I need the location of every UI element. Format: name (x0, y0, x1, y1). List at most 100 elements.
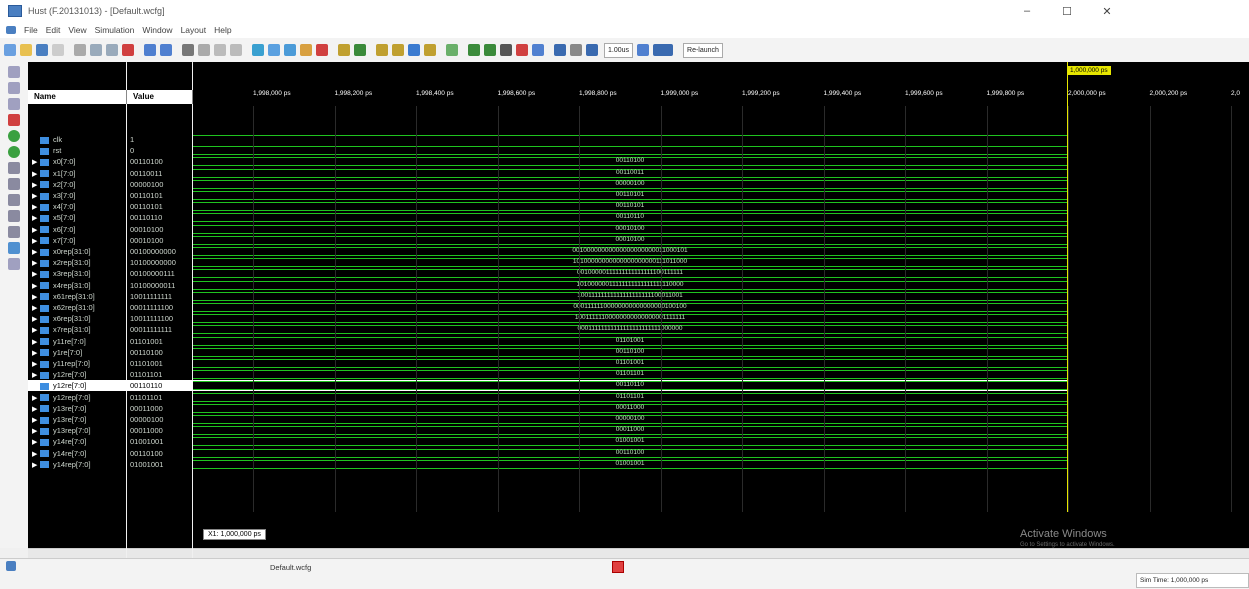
signal-name-row[interactable]: ▶ x0[7:0] (28, 156, 128, 167)
zoom-cursor-icon[interactable] (392, 44, 404, 56)
group-icon[interactable] (8, 226, 20, 238)
divider-icon[interactable] (8, 242, 20, 254)
signal-name-row[interactable]: ▶ x3[7:0] (28, 190, 128, 201)
signal-name-row[interactable]: ▶ y12re[7:0] (28, 369, 128, 380)
signal-value[interactable]: 10100000011 (127, 280, 193, 291)
expand-arrow-icon[interactable]: ▶ (32, 169, 40, 179)
signal-name-row[interactable]: ▶ x62rep[31:0] (28, 302, 128, 313)
signal-value[interactable]: 00010100 (127, 235, 193, 246)
expand-arrow-icon[interactable]: ▶ (32, 348, 40, 358)
prev-transition-icon[interactable] (446, 44, 458, 56)
redo-icon[interactable] (160, 44, 172, 56)
signal-name-row[interactable]: ▶ y14rep[7:0] (28, 459, 128, 470)
signal-name-row[interactable]: ▶ x0rep[31:0] (28, 246, 128, 257)
save-icon[interactable] (36, 44, 48, 56)
snap-icon[interactable] (8, 194, 20, 206)
step-icon[interactable] (230, 44, 242, 56)
signal-value[interactable]: 00011000 (127, 425, 193, 436)
signal-value[interactable]: 00110101 (127, 201, 193, 212)
expand-arrow-icon[interactable]: ▶ (32, 460, 40, 470)
signal-name-row[interactable]: ▶ x6rep[31:0] (28, 313, 128, 324)
go-start-icon[interactable] (408, 44, 420, 56)
signal-name-row[interactable]: ▶ x61rep[31:0] (28, 291, 128, 302)
add-group-icon[interactable] (284, 44, 296, 56)
expand-arrow-icon[interactable]: ▶ (32, 426, 40, 436)
signal-value[interactable]: 00000100 (127, 414, 193, 425)
signal-value[interactable]: 00110100 (127, 347, 193, 358)
step-sim-icon[interactable] (586, 44, 598, 56)
expand-arrow-icon[interactable]: ▶ (32, 337, 40, 347)
signal-value[interactable]: 00010100 (127, 224, 193, 235)
expand-arrow-icon[interactable]: ▶ (32, 292, 40, 302)
signal-value[interactable]: 00100000111 (127, 268, 193, 279)
signal-name-row[interactable]: ▶ x2[7:0] (28, 179, 128, 190)
signal-name-row[interactable]: ▶ y1re[7:0] (28, 347, 128, 358)
expand-arrow-icon[interactable]: ▶ (32, 437, 40, 447)
signal-name-row[interactable]: ▶ x5[7:0] (28, 212, 128, 223)
signal-value[interactable]: 01101101 (127, 369, 193, 380)
signal-value[interactable]: 00110101 (127, 190, 193, 201)
signal-name-row[interactable]: ▶ x7[7:0] (28, 235, 128, 246)
cut-icon[interactable] (74, 44, 86, 56)
menu-window[interactable]: Window (142, 25, 172, 35)
signal-value[interactable]: 01101001 (127, 336, 193, 347)
signal-value[interactable]: 10011111100 (127, 313, 193, 324)
app-menu-icon[interactable] (6, 26, 16, 34)
document-tab[interactable]: Default.wcfg (270, 563, 311, 572)
maximize-button[interactable]: ☐ (1047, 0, 1087, 22)
expand-arrow-icon[interactable]: ▶ (32, 258, 40, 268)
copy-icon[interactable] (90, 44, 102, 56)
signal-value[interactable]: 00000100 (127, 179, 193, 190)
waveform-pane[interactable]: 1,998,000 ps 1,998,200 ps 1,998,400 ps 1,99… (193, 62, 1249, 548)
swap-cursors-icon[interactable] (484, 44, 496, 56)
menu-file[interactable]: File (24, 25, 38, 35)
run-time-field[interactable]: 1.00us (604, 42, 634, 58)
zoom-out-icon[interactable] (354, 44, 366, 56)
console-icon[interactable] (6, 561, 16, 571)
settings-icon[interactable] (8, 258, 20, 270)
close-tab-icon[interactable] (612, 561, 624, 573)
signal-value[interactable]: 00110100 (127, 448, 193, 459)
add-wave-icon[interactable] (252, 44, 264, 56)
menu-layout[interactable]: Layout (181, 25, 207, 35)
expand-arrow-icon[interactable]: ▶ (32, 303, 40, 313)
expand-arrow-icon[interactable]: ▶ (32, 449, 40, 459)
next-transition-icon[interactable] (468, 44, 480, 56)
print-icon[interactable] (52, 44, 64, 56)
signal-value[interactable]: 10100000000 (127, 257, 193, 268)
expand-arrow-icon[interactable]: ▶ (32, 213, 40, 223)
signal-value[interactable]: 0 (127, 145, 193, 156)
signal-name-row[interactable]: rst (28, 145, 128, 156)
signal-value[interactable]: 00110110 (127, 212, 193, 223)
run-for-icon[interactable] (570, 44, 582, 56)
expand-arrow-icon[interactable]: ▶ (32, 157, 40, 167)
signal-name-row[interactable]: clk (28, 134, 128, 145)
go-to-time-icon[interactable] (8, 114, 20, 126)
signal-value[interactable]: 10011111111 (127, 291, 193, 302)
add-divider-icon[interactable] (268, 44, 280, 56)
signal-value[interactable]: 01001001 (127, 436, 193, 447)
run-icon[interactable] (554, 44, 566, 56)
undo-icon[interactable] (144, 44, 156, 56)
signal-name-row[interactable]: ▶ x6[7:0] (28, 224, 128, 235)
signal-name-row[interactable]: ▶ y13re[7:0] (28, 403, 128, 414)
find-icon[interactable] (182, 44, 194, 56)
signal-name-row[interactable]: ▶ y13rep[7:0] (28, 425, 128, 436)
minimize-button[interactable]: – (1007, 0, 1047, 22)
signal-value[interactable]: 1 (127, 134, 193, 145)
signal-name-row[interactable]: ▶ x7rep[31:0] (28, 324, 128, 335)
delete-icon[interactable] (122, 44, 134, 56)
signal-name-row[interactable]: ▶ y11re[7:0] (28, 336, 128, 347)
signal-name-row[interactable]: ▶ y11rep[7:0] (28, 358, 128, 369)
signal-name-row[interactable]: ▶ y13re[7:0] (28, 414, 128, 425)
time-ruler[interactable]: 1,998,000 ps 1,998,200 ps 1,998,400 ps 1,99… (193, 90, 1249, 106)
expand-arrow-icon[interactable]: ▶ (32, 404, 40, 414)
signal-name-row[interactable]: ▶ y14re[7:0] (28, 448, 128, 459)
signal-value[interactable]: 00011111100 (127, 302, 193, 313)
find-next-icon[interactable] (198, 44, 210, 56)
expand-arrow-icon[interactable]: ▶ (32, 359, 40, 369)
float-icon[interactable] (8, 210, 20, 222)
expand-arrow-icon[interactable]: ▶ (32, 225, 40, 235)
expand-arrow-icon[interactable]: ▶ (32, 236, 40, 246)
expand-arrow-icon[interactable]: ▶ (32, 191, 40, 201)
